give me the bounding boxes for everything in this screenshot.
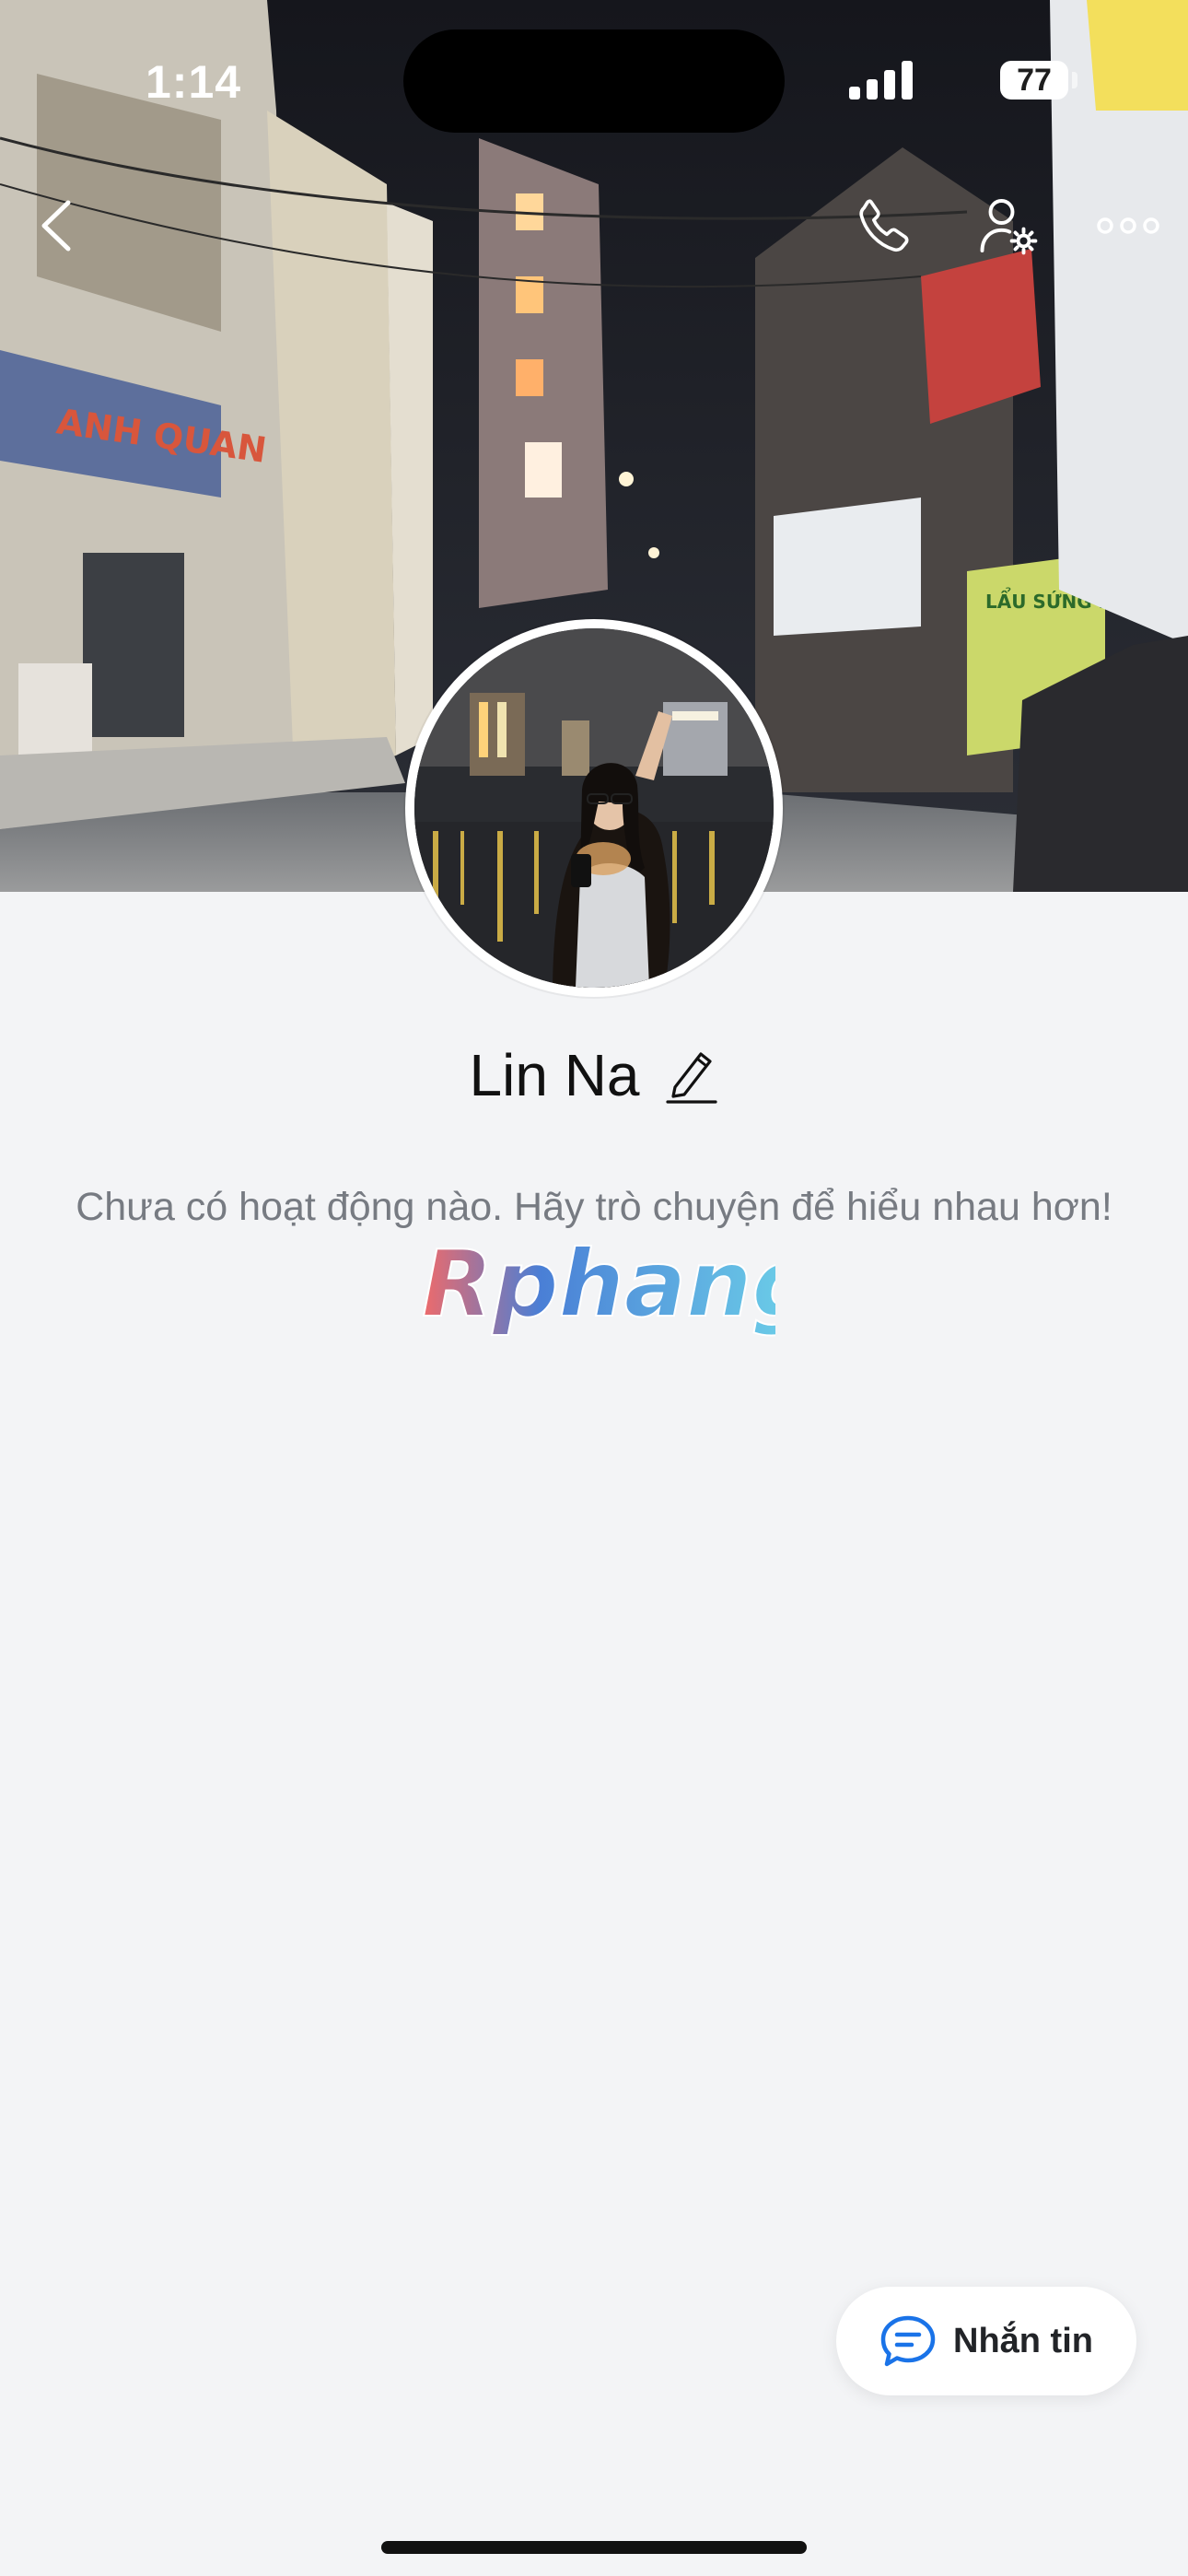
chat-bubble-icon xyxy=(880,2315,936,2367)
edit-name-button[interactable] xyxy=(664,1045,719,1106)
empty-activity-text: Chưa có hoạt động nào. Hãy trò chuyện để… xyxy=(76,1185,1112,1229)
profile-name: Lin Na xyxy=(469,1042,640,1108)
battery-cap xyxy=(1072,72,1077,88)
pencil-icon xyxy=(665,1052,717,1104)
chevron-left-icon xyxy=(41,200,71,252)
watermark-text: Rphang xyxy=(422,1235,775,1338)
status-time: 1:14 xyxy=(146,56,242,108)
dynamic-island xyxy=(403,29,785,133)
profile-settings-button[interactable] xyxy=(967,184,1050,267)
home-indicator[interactable] xyxy=(381,2541,807,2554)
message-button[interactable]: Nhắn tin xyxy=(836,2287,1136,2395)
more-options-button[interactable] xyxy=(1087,184,1170,267)
message-button-label: Nhắn tin xyxy=(953,2321,1093,2360)
more-dots-icon xyxy=(1097,217,1159,234)
watermark-logo: Rphang xyxy=(421,1235,775,1339)
cellular-signal-icon xyxy=(849,61,913,100)
phone-icon xyxy=(859,199,909,252)
back-button[interactable] xyxy=(15,184,98,267)
avatar-image xyxy=(414,628,774,988)
call-button[interactable] xyxy=(844,184,926,267)
avatar[interactable] xyxy=(405,619,783,997)
battery-indicator: 77 xyxy=(1000,61,1068,100)
user-gear-icon xyxy=(980,199,1038,255)
profile-name-row: Lin Na xyxy=(0,1041,1188,1109)
